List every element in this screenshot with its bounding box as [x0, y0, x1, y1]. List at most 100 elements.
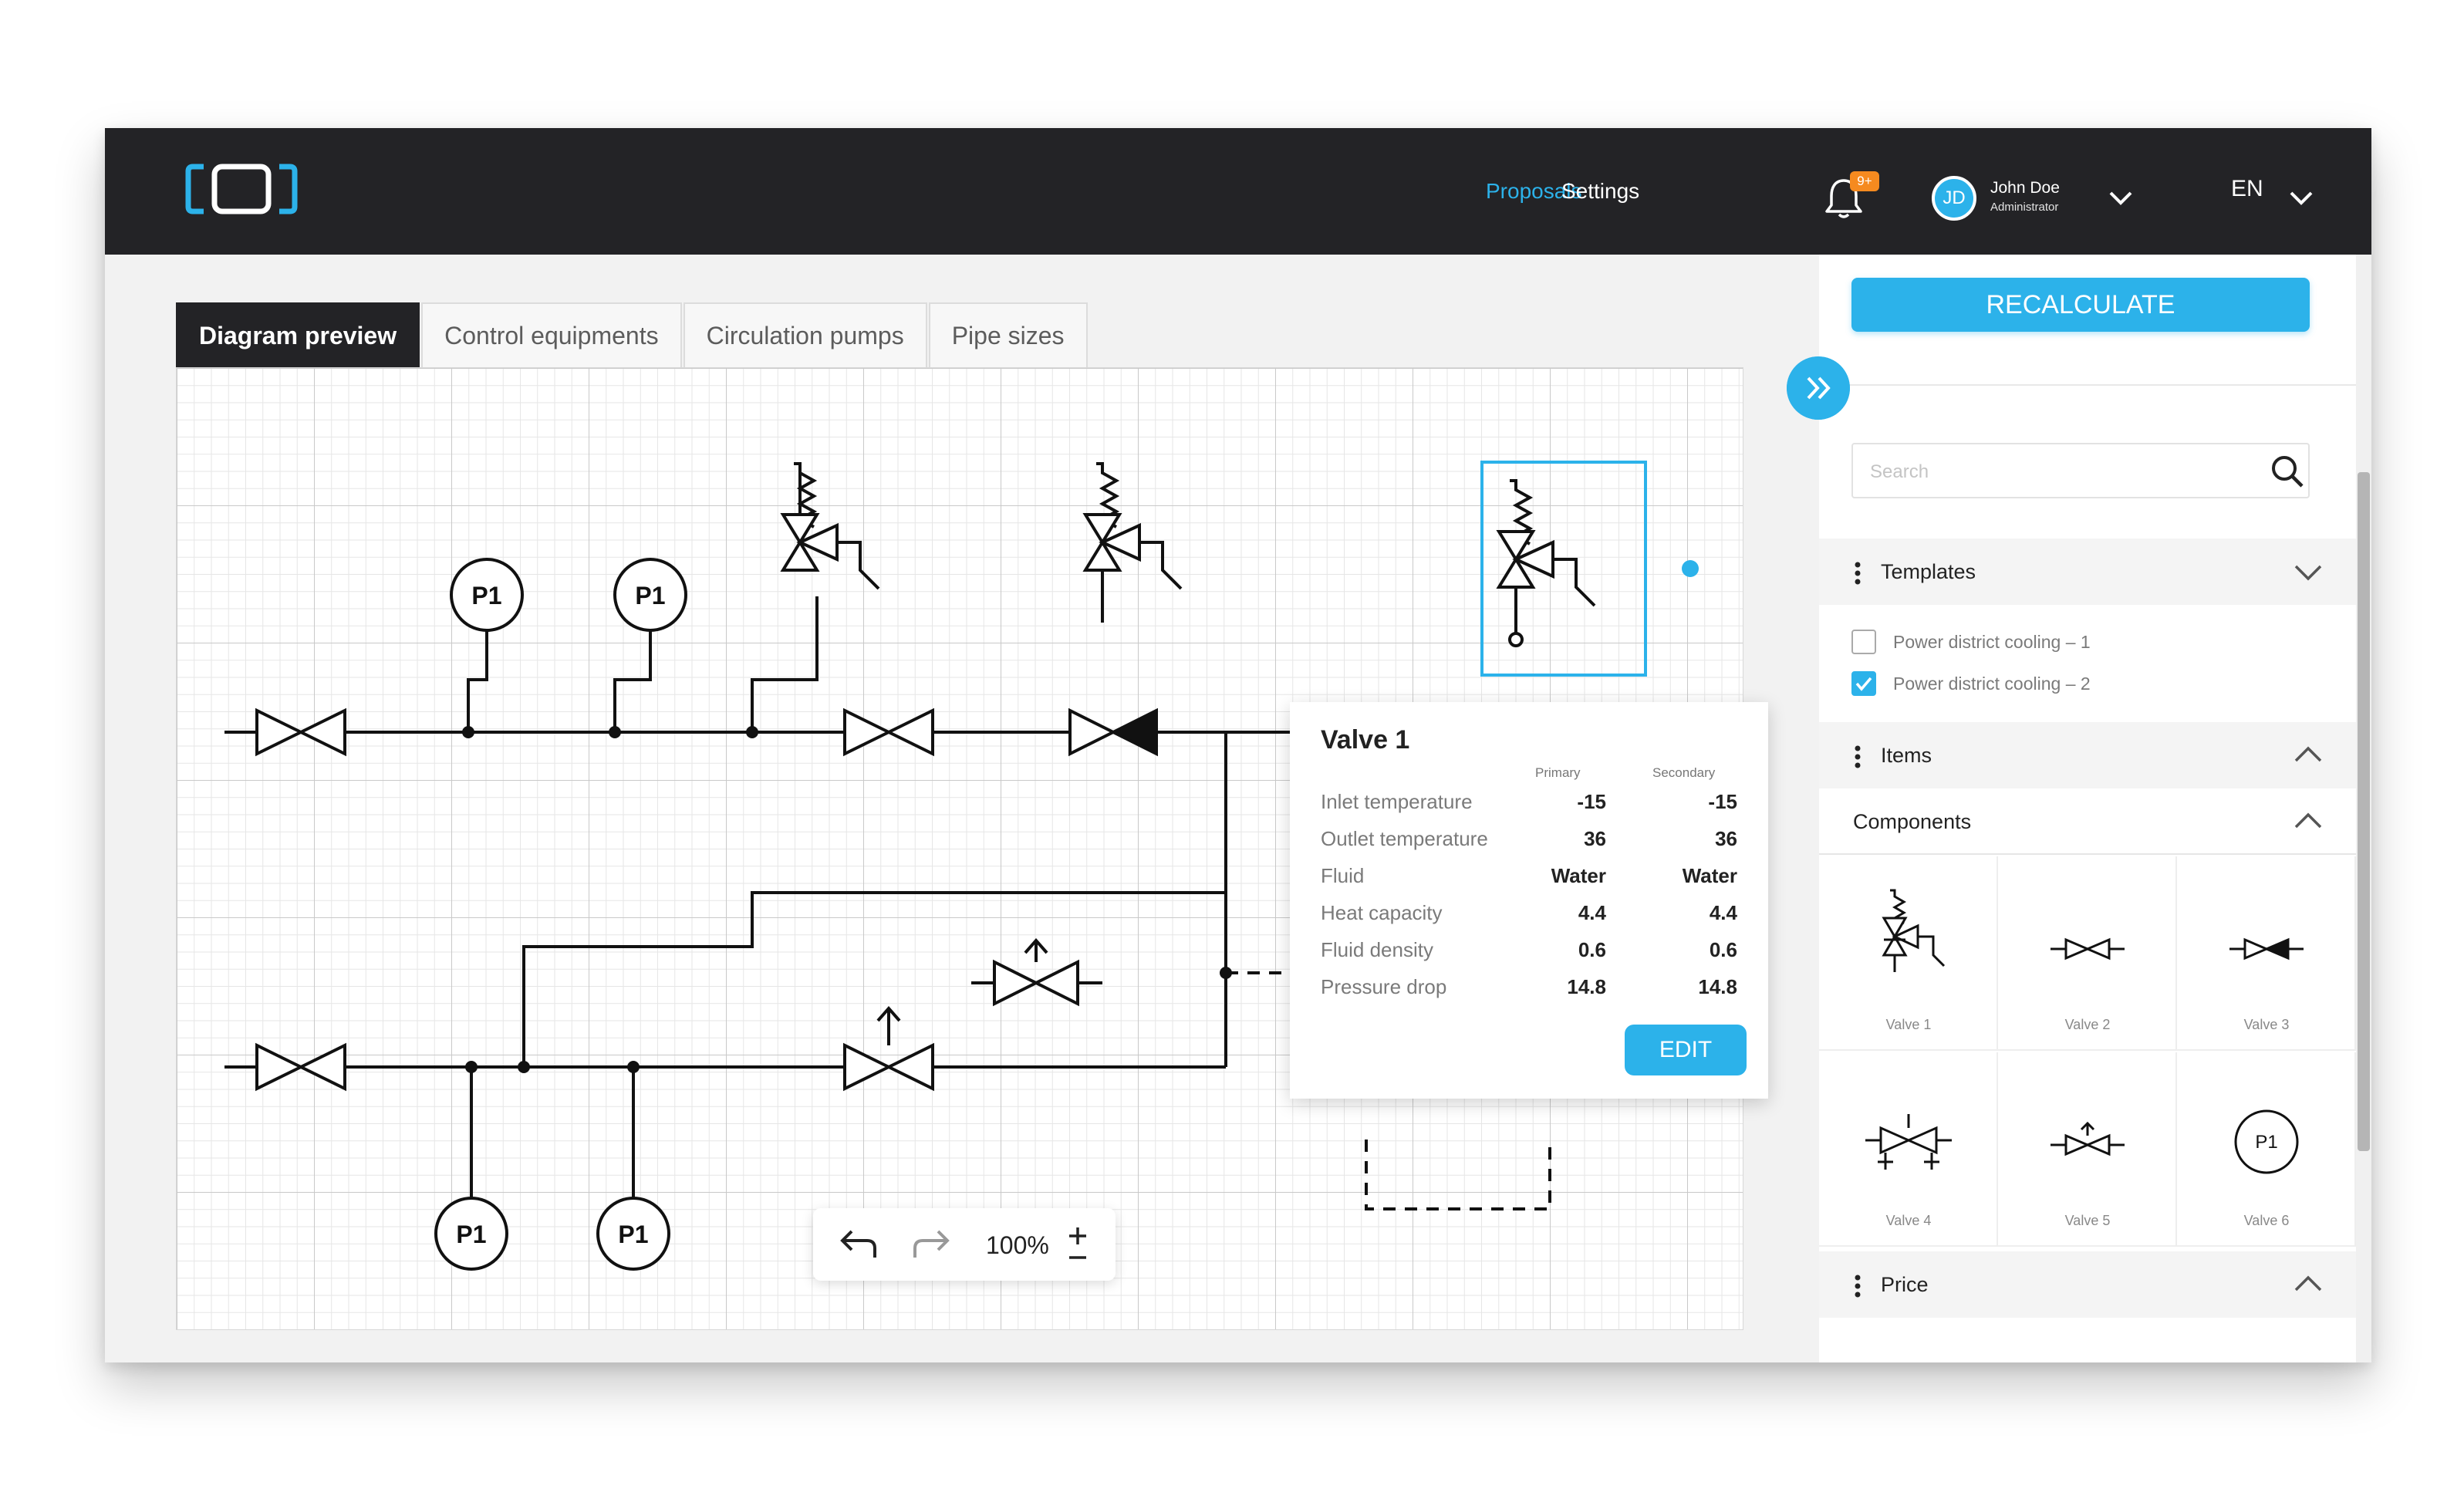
- app-window: Proposals Settings 9+ JD John Doe Admini…: [105, 128, 2371, 1362]
- zoom-toolbar: 100%: [813, 1208, 1116, 1281]
- row-label: Fluid: [1321, 864, 1365, 887]
- primary-value: 14.8: [1567, 975, 1606, 998]
- relief-valve-icon: [1882, 889, 1946, 972]
- checkbox[interactable]: [1851, 630, 1876, 654]
- component-details-popup: Valve 1 Primary Secondary Inlet temperat…: [1290, 702, 1768, 1099]
- section-title: Templates: [1881, 560, 1976, 583]
- component-label: Valve 4: [1885, 1213, 1932, 1228]
- gauge-label: P1: [456, 1221, 486, 1248]
- components-header[interactable]: Components: [1819, 788, 2356, 855]
- gauge-label: P1: [635, 582, 665, 609]
- avatar[interactable]: JD: [1932, 176, 1976, 221]
- chevron-down-icon[interactable]: [2288, 187, 2314, 208]
- component-valve-4[interactable]: Valve 4: [1819, 1052, 1998, 1247]
- logo[interactable]: [185, 162, 298, 216]
- component-label: Valve 5: [2064, 1213, 2111, 1228]
- component-valve-3[interactable]: Valve 3: [2177, 856, 2356, 1051]
- secondary-value: 36: [1715, 827, 1737, 850]
- table-row: Outlet temperature 36 36: [1321, 827, 1737, 858]
- gauge-symbol: P1: [2255, 1132, 2277, 1153]
- component-valve-6[interactable]: P1 Valve 6: [2177, 1052, 2356, 1247]
- chevron-up-icon[interactable]: [2293, 744, 2324, 767]
- secondary-value: -15: [1708, 790, 1737, 813]
- secondary-value: 4.4: [1709, 901, 1737, 924]
- gauge-label: P1: [471, 582, 501, 609]
- component-label: Valve 3: [2243, 1017, 2290, 1032]
- row-label: Outlet temperature: [1321, 827, 1488, 850]
- right-sidebar: RECALCULATE Search Templates Power distr…: [1819, 255, 2356, 1362]
- table-row: Fluid density 0.6 0.6: [1321, 938, 1737, 969]
- search-input[interactable]: Search: [1870, 461, 1929, 483]
- template-option[interactable]: Power district cooling – 2: [1851, 670, 2091, 697]
- table-row: Pressure drop 14.8 14.8: [1321, 975, 1737, 1006]
- double-valve-icon: [1865, 1114, 1952, 1170]
- zoom-in-out-icon[interactable]: [1065, 1224, 1091, 1267]
- checkmark-icon: [1855, 677, 1872, 691]
- component-valve-1[interactable]: Valve 1: [1819, 856, 1998, 1051]
- component-valve-5[interactable]: Valve 5: [1998, 1052, 2177, 1247]
- table-row: Inlet temperature -15 -15: [1321, 790, 1737, 821]
- section-title: Components: [1853, 810, 1972, 833]
- undo-icon[interactable]: [836, 1227, 883, 1262]
- templates-section-header[interactable]: Templates: [1819, 539, 2356, 605]
- redo-icon[interactable]: [907, 1227, 954, 1262]
- tab-diagram-preview[interactable]: Diagram preview: [176, 302, 420, 367]
- tab-bar: Diagram preview Control equipments Circu…: [176, 302, 1089, 367]
- component-valve-2[interactable]: Valve 2: [1998, 856, 2177, 1051]
- section-title: Items: [1881, 744, 1932, 767]
- user-role: Administrator: [1990, 201, 2059, 214]
- zoom-level: 100%: [986, 1231, 1049, 1259]
- search-icon[interactable]: [2270, 454, 2305, 489]
- template-option[interactable]: Power district cooling – 1: [1851, 628, 2091, 656]
- template-label: Power district cooling – 2: [1893, 673, 2091, 694]
- edit-button[interactable]: EDIT: [1625, 1025, 1747, 1075]
- template-label: Power district cooling – 1: [1893, 631, 2091, 652]
- column-header-secondary: Secondary: [1652, 765, 1716, 780]
- tab-circulation-pumps[interactable]: Circulation pumps: [683, 302, 927, 367]
- section-title: Price: [1881, 1273, 1929, 1296]
- chevron-down-icon[interactable]: [2293, 560, 2324, 583]
- recalculate-button[interactable]: RECALCULATE: [1851, 278, 2310, 332]
- table-row: Fluid Water Water: [1321, 864, 1737, 895]
- row-label: Inlet temperature: [1321, 790, 1473, 813]
- top-bar: Proposals Settings 9+ JD John Doe Admini…: [105, 128, 2371, 255]
- gauge-label: P1: [618, 1221, 648, 1248]
- notification-badge: 9+: [1850, 171, 1879, 191]
- secondary-value: 0.6: [1709, 938, 1737, 961]
- chevron-up-icon[interactable]: [2293, 810, 2324, 833]
- row-label: Fluid density: [1321, 938, 1433, 961]
- row-label: Heat capacity: [1321, 901, 1443, 924]
- component-grid: Valve 1 Valve 2 Valve 3 Valve 4 Valve 5 …: [1819, 856, 2356, 1248]
- primary-value: 4.4: [1578, 901, 1606, 924]
- nav-settings[interactable]: Settings: [1561, 128, 1639, 255]
- tab-control-equipments[interactable]: Control equipments: [421, 302, 682, 367]
- price-section-header[interactable]: Price: [1819, 1251, 2356, 1318]
- collapse-sidebar-button[interactable]: [1787, 356, 1850, 420]
- secondary-value: Water: [1682, 864, 1737, 887]
- row-label: Pressure drop: [1321, 975, 1447, 998]
- secondary-value: 14.8: [1698, 975, 1737, 998]
- component-label: Valve 2: [2064, 1017, 2111, 1032]
- primary-value: 36: [1584, 827, 1606, 850]
- drag-handle-icon: [1855, 562, 1861, 585]
- drag-handle-icon: [1855, 1275, 1861, 1298]
- chevron-up-icon[interactable]: [2293, 1273, 2324, 1296]
- check-valve-icon: [2229, 937, 2304, 961]
- chevron-down-icon[interactable]: [2108, 187, 2134, 208]
- primary-value: 0.6: [1578, 938, 1606, 961]
- checkbox-checked[interactable]: [1851, 671, 1876, 696]
- component-label: Valve 6: [2243, 1213, 2290, 1228]
- items-section-header[interactable]: Items: [1819, 722, 2356, 788]
- gate-valve-icon: [2051, 937, 2125, 961]
- scrollbar-thumb[interactable]: [2358, 472, 2370, 1151]
- search-field[interactable]: Search: [1851, 443, 2310, 498]
- tab-pipe-sizes[interactable]: Pipe sizes: [928, 302, 1088, 367]
- control-valve-icon: [2051, 1121, 2125, 1156]
- table-row: Heat capacity 4.4 4.4: [1321, 901, 1737, 932]
- language-selector[interactable]: EN: [2231, 176, 2263, 202]
- divider: [1819, 384, 2356, 386]
- column-header-primary: Primary: [1535, 765, 1581, 780]
- user-name: John Doe: [1990, 179, 2060, 197]
- pressure-gauge-icon: P1: [2234, 1109, 2299, 1174]
- component-label: Valve 1: [1885, 1017, 1932, 1032]
